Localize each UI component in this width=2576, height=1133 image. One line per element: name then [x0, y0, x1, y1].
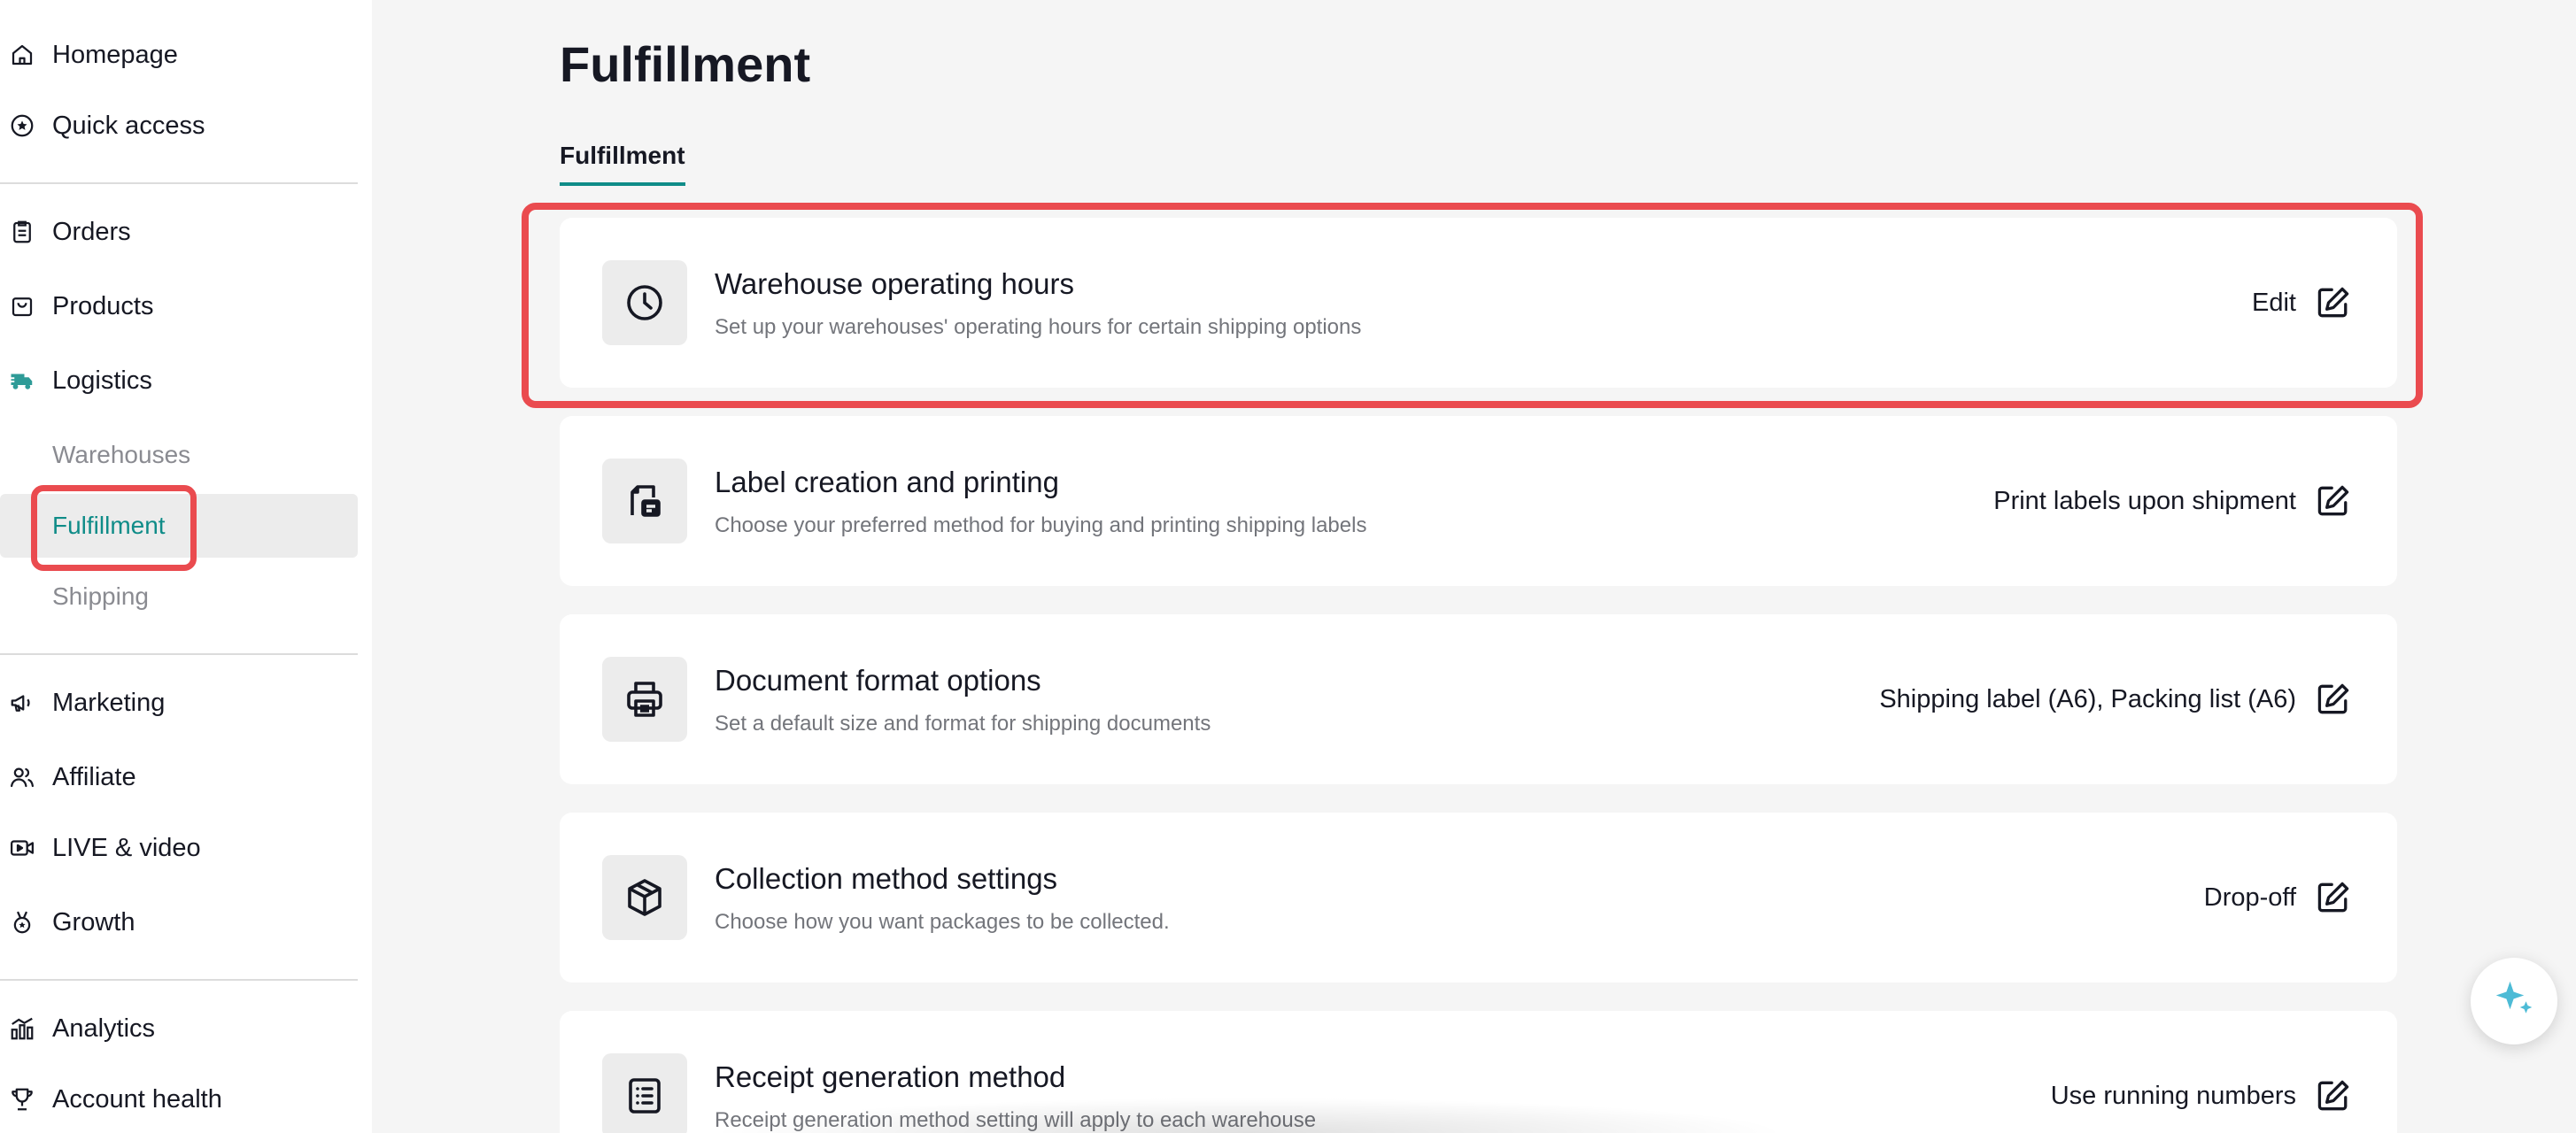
edit-icon[interactable]: [2314, 680, 2353, 719]
sparkle-icon: [2490, 975, 2538, 1028]
quick-access-icon: [9, 112, 35, 139]
card-collection-method: Collection method settings Choose how yo…: [560, 813, 2397, 983]
sidebar-item-shipping[interactable]: Shipping: [0, 565, 358, 628]
card-title: Receipt generation method: [715, 1060, 1066, 1093]
sidebar-item-products[interactable]: Products: [0, 275, 358, 337]
sidebar-item-account-health[interactable]: Account health: [0, 1068, 358, 1130]
clock-icon: [602, 260, 687, 345]
sidebar-item-label: Orders: [52, 217, 131, 246]
video-icon: [9, 835, 35, 861]
sidebar-item-live-video[interactable]: LIVE & video: [0, 817, 358, 879]
card-title: Collection method settings: [715, 862, 1058, 895]
sidebar-item-label: Logistics: [52, 366, 152, 395]
action-label: Drop-off: [2203, 883, 2296, 912]
action-label: Print labels upon shipment: [1993, 486, 2296, 515]
sidebar-item-analytics[interactable]: Analytics: [0, 998, 358, 1060]
package-icon: [602, 855, 687, 940]
ai-assistant-button[interactable]: [2471, 958, 2557, 1044]
sidebar-item-quick-access[interactable]: Quick access: [0, 95, 358, 157]
medal-icon: [9, 909, 35, 936]
sidebar-item-warehouses[interactable]: Warehouses: [0, 423, 358, 487]
sidebar-item-affiliate[interactable]: Affiliate: [0, 746, 358, 808]
edit-icon[interactable]: [2314, 1076, 2353, 1115]
printer-icon: [602, 657, 687, 742]
sidebar-item-label: Affiliate: [52, 762, 136, 791]
card-label-creation: Label creation and printing Choose your …: [560, 416, 2397, 586]
sidebar-item-label: Quick access: [52, 111, 205, 140]
card-document-format: Document format options Set a default si…: [560, 614, 2397, 784]
card-description: Set a default size and format for shippi…: [715, 712, 1211, 736]
home-icon: [9, 42, 35, 68]
action-label: Edit: [2252, 288, 2296, 317]
edit-icon[interactable]: [2314, 878, 2353, 917]
receipt-icon: [602, 1053, 687, 1133]
print-labels-button[interactable]: Print labels upon shipment: [1993, 482, 2353, 520]
sidebar: Homepage Quick access Orders Products Lo…: [0, 0, 372, 1133]
sidebar-item-label: Marketing: [52, 688, 166, 717]
edit-button[interactable]: Edit: [2252, 283, 2353, 322]
sidebar-divider: [0, 653, 358, 655]
collection-method-button[interactable]: Drop-off: [2204, 878, 2353, 917]
trophy-icon: [9, 1086, 35, 1113]
sidebar-item-fulfillment[interactable]: Fulfillment: [0, 494, 358, 558]
bag-icon: [9, 293, 35, 320]
tab-fulfillment[interactable]: Fulfillment: [560, 142, 685, 186]
card-title: Label creation and printing: [715, 466, 1059, 498]
action-label: Use running numbers: [2050, 1081, 2296, 1110]
card-description: Choose your preferred method for buying …: [715, 513, 1367, 537]
sidebar-item-label: Analytics: [52, 1014, 156, 1043]
card-title: Warehouse operating hours: [715, 267, 1075, 300]
sidebar-divider: [0, 182, 358, 184]
sidebar-item-label: Fulfillment: [52, 512, 166, 539]
card-warehouse-operating-hours: Warehouse operating hours Set up your wa…: [560, 218, 2397, 388]
sidebar-item-label: Shipping: [52, 582, 149, 610]
card-description: Set up your warehouses' operating hours …: [715, 315, 1362, 339]
clipboard-icon: [9, 219, 35, 245]
edit-icon[interactable]: [2314, 283, 2353, 322]
sidebar-item-label: Products: [52, 291, 154, 320]
sidebar-item-homepage[interactable]: Homepage: [0, 24, 358, 86]
page-title: Fulfillment: [560, 36, 811, 92]
users-icon: [9, 764, 35, 790]
sidebar-item-orders[interactable]: Orders: [0, 201, 358, 263]
sidebar-item-label: LIVE & video: [52, 833, 201, 862]
sidebar-divider: [0, 979, 358, 981]
sidebar-item-label: Growth: [52, 907, 135, 936]
sidebar-item-label: Account health: [52, 1084, 222, 1114]
card-description: Choose how you want packages to be colle…: [715, 910, 1170, 934]
edit-icon[interactable]: [2314, 482, 2353, 520]
bar-chart-icon: [9, 1015, 35, 1042]
receipt-method-button[interactable]: Use running numbers: [2051, 1076, 2353, 1115]
sidebar-item-marketing[interactable]: Marketing: [0, 672, 358, 734]
sidebar-item-label: Warehouses: [52, 441, 191, 468]
sidebar-item-growth[interactable]: Growth: [0, 891, 358, 953]
truck-icon: [9, 367, 35, 394]
label-icon: [602, 459, 687, 543]
card-receipt-generation: Receipt generation method Receipt genera…: [560, 1011, 2397, 1133]
sidebar-item-label: Homepage: [52, 40, 178, 69]
action-label: Shipping label (A6), Packing list (A6): [1879, 684, 2296, 713]
sidebar-item-logistics[interactable]: Logistics: [0, 350, 358, 412]
card-description: Receipt generation method setting will a…: [715, 1108, 1317, 1132]
document-format-button[interactable]: Shipping label (A6), Packing list (A6): [1879, 680, 2353, 719]
card-title: Document format options: [715, 664, 1041, 697]
megaphone-icon: [9, 690, 35, 716]
